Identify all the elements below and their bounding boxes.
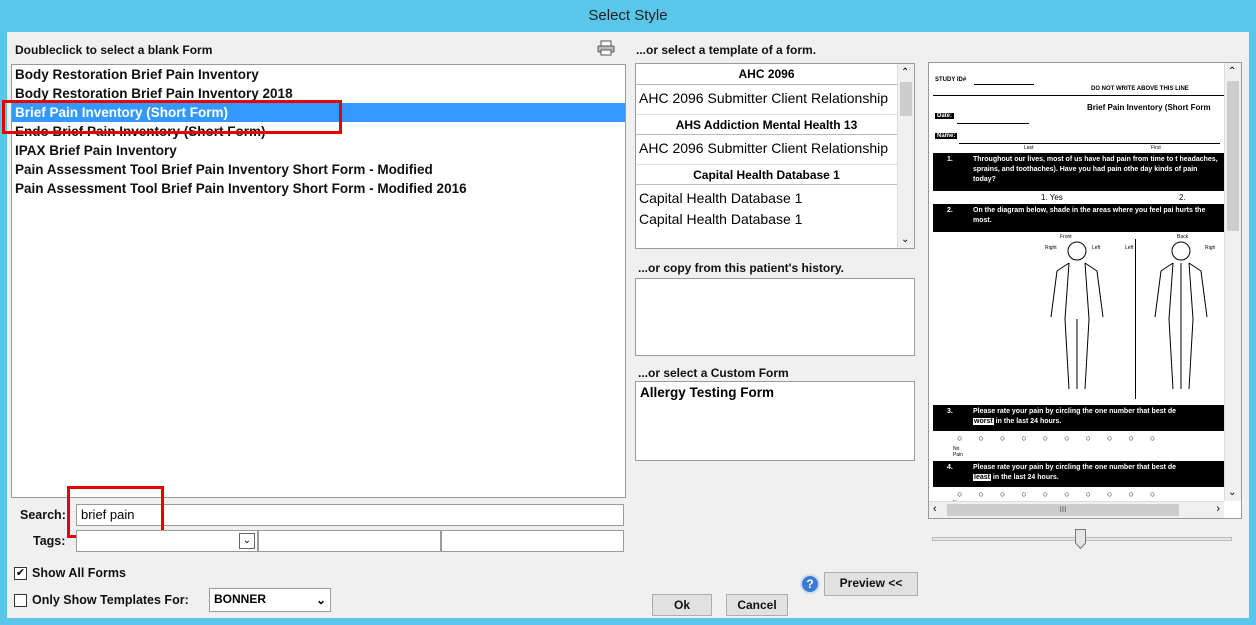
underline (974, 84, 1034, 85)
help-icon[interactable]: ? (800, 574, 820, 594)
rating-scale: ○○○○○○○○○○ (957, 489, 1172, 499)
list-item[interactable]: Body Restoration Brief Pain Inventory 20… (12, 84, 625, 103)
underline (957, 123, 1029, 124)
question-3: 3. Please rate your pain by circling the… (933, 405, 1224, 431)
chevron-up-icon[interactable]: ⌃ (1228, 66, 1236, 77)
question-text: Throughout our lives, most of us have ha… (973, 156, 1218, 183)
chevron-down-icon[interactable]: ⌄ (1228, 487, 1236, 498)
template-item[interactable]: AHC 2096 Submitter Client Relationship (636, 88, 897, 109)
zoom-slider-thumb[interactable] (1075, 529, 1086, 550)
question-number: 3. (947, 408, 953, 415)
templates-for-select[interactable]: BONNER ⌄ (209, 588, 331, 612)
preview-vscrollbar[interactable]: ⌃ ⌄ (1224, 63, 1241, 501)
question-text: in the last 24 hours. (995, 418, 1062, 425)
list-item[interactable]: IPAX Brief Pain Inventory (12, 141, 625, 160)
custom-form-header: ...or select a Custom Form (638, 366, 789, 380)
chevron-down-icon: ⌄ (315, 593, 326, 607)
list-item[interactable]: Body Restoration Brief Pain Inventory (12, 65, 625, 84)
list-item[interactable]: Allergy Testing Form (636, 382, 914, 403)
template-list[interactable]: AHC 2096 AHC 2096 Submitter Client Relat… (635, 63, 915, 249)
question-1: 1. Throughout our lives, most of us have… (933, 153, 1224, 191)
preview-button[interactable]: Preview << (824, 572, 918, 596)
date-label: Date: (935, 113, 955, 119)
first-label: First (1151, 145, 1161, 151)
blank-form-header: Doubleclick to select a blank Form (15, 43, 213, 57)
tags-field-3[interactable] (441, 530, 624, 552)
template-group-heading: AHS Addiction Mental Health 13 (636, 114, 897, 135)
preview-form-title: Brief Pain Inventory (Short Form (1087, 103, 1211, 112)
question-text: Please rate your pain by circling the on… (973, 464, 1177, 471)
underline (959, 143, 1220, 144)
name-label: Name: (935, 133, 958, 139)
least-label: least (973, 474, 991, 481)
scroll-thumb[interactable]: III (947, 504, 1179, 516)
tags-select[interactable]: ⌄ (76, 530, 258, 552)
custom-form-list[interactable]: Allergy Testing Form (635, 381, 915, 461)
question-number: 1. (947, 156, 953, 163)
search-input[interactable]: brief pain (76, 504, 624, 526)
q1-no-option: 2. (1179, 193, 1186, 202)
list-item-selected[interactable]: Brief Pain Inventory (Short Form) (12, 103, 625, 122)
rating-scale: ○○○○○○○○○○ (957, 433, 1172, 443)
left-label-back: Left (1125, 245, 1134, 251)
chevron-up-icon[interactable]: ⌃ (901, 67, 909, 78)
ok-button[interactable]: Ok (652, 594, 712, 616)
body-diagram-front (1047, 239, 1107, 404)
preview-sheet: STUDY ID# DO NOT WRITE ABOVE THIS LINE B… (929, 63, 1224, 501)
template-group-heading: Capital Health Database 1 (636, 164, 897, 185)
search-label: Search: (20, 508, 66, 522)
do-not-write-label: DO NOT WRITE ABOVE THIS LINE (1091, 86, 1189, 92)
tags-field-2[interactable] (258, 530, 441, 552)
preview-hscrollbar[interactable]: ‹ III › (929, 501, 1224, 518)
template-header: ...or select a template of a form. (636, 43, 817, 57)
template-group-heading: AHC 2096 (636, 64, 897, 85)
only-templates-label: Only Show Templates For: (32, 593, 189, 607)
question-text: in the last 24 hours. (992, 474, 1059, 481)
list-item[interactable]: Pain Assessment Tool Brief Pain Inventor… (12, 179, 625, 198)
templates-for-value: BONNER (214, 592, 267, 606)
q1-yes-option: 1. Yes (1041, 193, 1063, 202)
question-4: 4. Please rate your pain by circling the… (933, 461, 1224, 487)
last-label: Last (1024, 145, 1034, 151)
tags-label: Tags: (33, 534, 66, 548)
question-number: 4. (947, 464, 953, 471)
chevron-right-icon[interactable]: › (1216, 503, 1220, 515)
show-all-forms-label: Show All Forms (32, 566, 126, 580)
question-text: On the diagram below, shade in the areas… (973, 207, 1206, 224)
question-2: 2. On the diagram below, shade in the ar… (933, 204, 1224, 232)
template-item[interactable]: Capital Health Database 1 (636, 209, 897, 230)
dialog-body: Doubleclick to select a blank Form Body … (2, 32, 1249, 618)
divider (933, 95, 1224, 96)
scroll-thumb[interactable] (1227, 81, 1239, 231)
question-text: Please rate your pain by circling the on… (973, 408, 1177, 415)
blank-form-list[interactable]: Body Restoration Brief Pain Inventory Bo… (11, 64, 626, 498)
template-item[interactable]: AHC 2096 Submitter Client Relationship (636, 138, 897, 159)
body-diagram-back (1151, 239, 1211, 404)
template-scrollbar[interactable]: ⌃ ⌄ (897, 64, 914, 248)
chevron-down-icon[interactable]: ⌄ (239, 533, 255, 549)
template-item[interactable]: Capital Health Database 1 (636, 188, 897, 209)
history-list[interactable] (635, 278, 915, 356)
list-item[interactable]: Endo Brief Pain Inventory (Short Form) (12, 122, 625, 141)
worst-label: worst (973, 418, 994, 425)
study-id-label: STUDY ID# (935, 77, 967, 83)
history-header: ...or copy from this patient's history. (638, 261, 844, 275)
printer-icon[interactable] (597, 40, 615, 56)
show-all-forms-checkbox[interactable]: ✔ (14, 567, 27, 580)
window-title: Select Style (0, 0, 1256, 32)
no-pain-label: No Pain (953, 446, 964, 458)
cancel-button[interactable]: Cancel (726, 594, 788, 616)
scroll-thumb[interactable] (900, 82, 912, 116)
diagram-divider (1135, 239, 1136, 399)
chevron-down-icon[interactable]: ⌄ (901, 234, 909, 245)
chevron-left-icon[interactable]: ‹ (933, 503, 937, 515)
list-item[interactable]: Pain Assessment Tool Brief Pain Inventor… (12, 160, 625, 179)
question-number: 2. (947, 207, 953, 214)
form-preview[interactable]: STUDY ID# DO NOT WRITE ABOVE THIS LINE B… (928, 62, 1242, 519)
only-templates-checkbox[interactable] (14, 594, 27, 607)
